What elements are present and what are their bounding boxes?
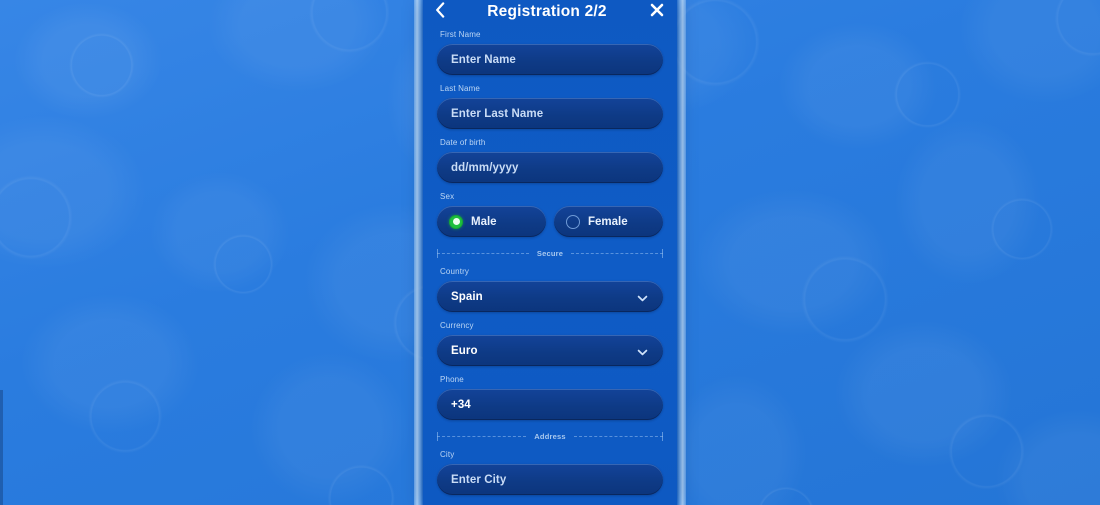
- date-of-birth-placeholder: dd/mm/yyyy: [451, 161, 519, 174]
- phone-value: +34: [451, 398, 471, 411]
- label-sex: Sex: [440, 192, 455, 201]
- field-sex: Sex Male Female: [437, 192, 663, 237]
- last-name-placeholder: Enter Last Name: [451, 107, 544, 120]
- divider-label-address: Address: [534, 431, 566, 441]
- panel-header: Registration 2/2: [423, 0, 677, 24]
- screen: Registration 2/2 First Name Enter Name L…: [0, 0, 1100, 505]
- city-placeholder: Enter City: [451, 473, 507, 486]
- field-date-of-birth: Date of birth dd/mm/yyyy: [437, 138, 663, 183]
- radio-label-female: Female: [588, 215, 628, 228]
- country-value: Spain: [451, 290, 483, 303]
- divider-line-right: [571, 248, 663, 258]
- radio-unselected-icon: [566, 214, 580, 229]
- divider-line-right: [573, 431, 664, 441]
- first-name-input[interactable]: Enter Name: [437, 44, 663, 75]
- radio-option-male[interactable]: Male: [437, 206, 546, 237]
- label-first-name: First Name: [440, 30, 481, 39]
- field-phone: Phone +34: [437, 375, 663, 420]
- chevron-down-icon: [637, 345, 648, 356]
- first-name-placeholder: Enter Name: [451, 53, 516, 66]
- label-date-of-birth: Date of birth: [440, 138, 486, 147]
- chevron-down-icon: [637, 291, 648, 302]
- label-last-name: Last Name: [440, 84, 481, 93]
- date-of-birth-input[interactable]: dd/mm/yyyy: [437, 152, 663, 183]
- divider-secure: Secure: [437, 247, 663, 259]
- currency-select[interactable]: Euro: [437, 335, 663, 366]
- label-country: Country: [440, 267, 470, 276]
- page-title: Registration 2/2: [487, 3, 607, 20]
- phone-input[interactable]: +34: [437, 389, 663, 420]
- panel-right-edge-highlight: [677, 0, 686, 505]
- left-edge-artifact: [0, 390, 3, 505]
- label-phone: Phone: [440, 375, 464, 384]
- radio-label-male: Male: [471, 215, 497, 228]
- field-currency: Currency Euro: [437, 321, 663, 366]
- divider-address: Address: [437, 430, 664, 442]
- field-last-name: Last Name Enter Last Name: [437, 84, 663, 129]
- field-city: City Enter City: [437, 450, 663, 495]
- city-input[interactable]: Enter City: [437, 464, 663, 495]
- currency-value: Euro: [451, 344, 478, 357]
- sex-radio-group: Male Female: [437, 206, 663, 237]
- divider-label-secure: Secure: [536, 248, 564, 258]
- label-currency: Currency: [440, 321, 474, 330]
- label-city: City: [440, 450, 455, 459]
- close-button[interactable]: [647, 2, 667, 22]
- registration-panel-wrapper: Registration 2/2 First Name Enter Name L…: [414, 0, 686, 505]
- registration-form: First Name Enter Name Last Name Enter La…: [423, 24, 677, 495]
- panel-left-edge-highlight: [414, 0, 423, 505]
- radio-selected-icon: [449, 214, 463, 229]
- last-name-input[interactable]: Enter Last Name: [437, 98, 663, 129]
- close-x-icon: [650, 3, 664, 22]
- radio-option-female[interactable]: Female: [554, 206, 663, 237]
- field-first-name: First Name Enter Name: [437, 30, 663, 75]
- field-country: Country Spain: [437, 267, 663, 312]
- country-select[interactable]: Spain: [437, 281, 663, 312]
- divider-line-left: [437, 431, 527, 441]
- registration-panel: Registration 2/2 First Name Enter Name L…: [423, 0, 677, 505]
- divider-line-left: [437, 248, 529, 258]
- chevron-left-icon: [435, 1, 445, 23]
